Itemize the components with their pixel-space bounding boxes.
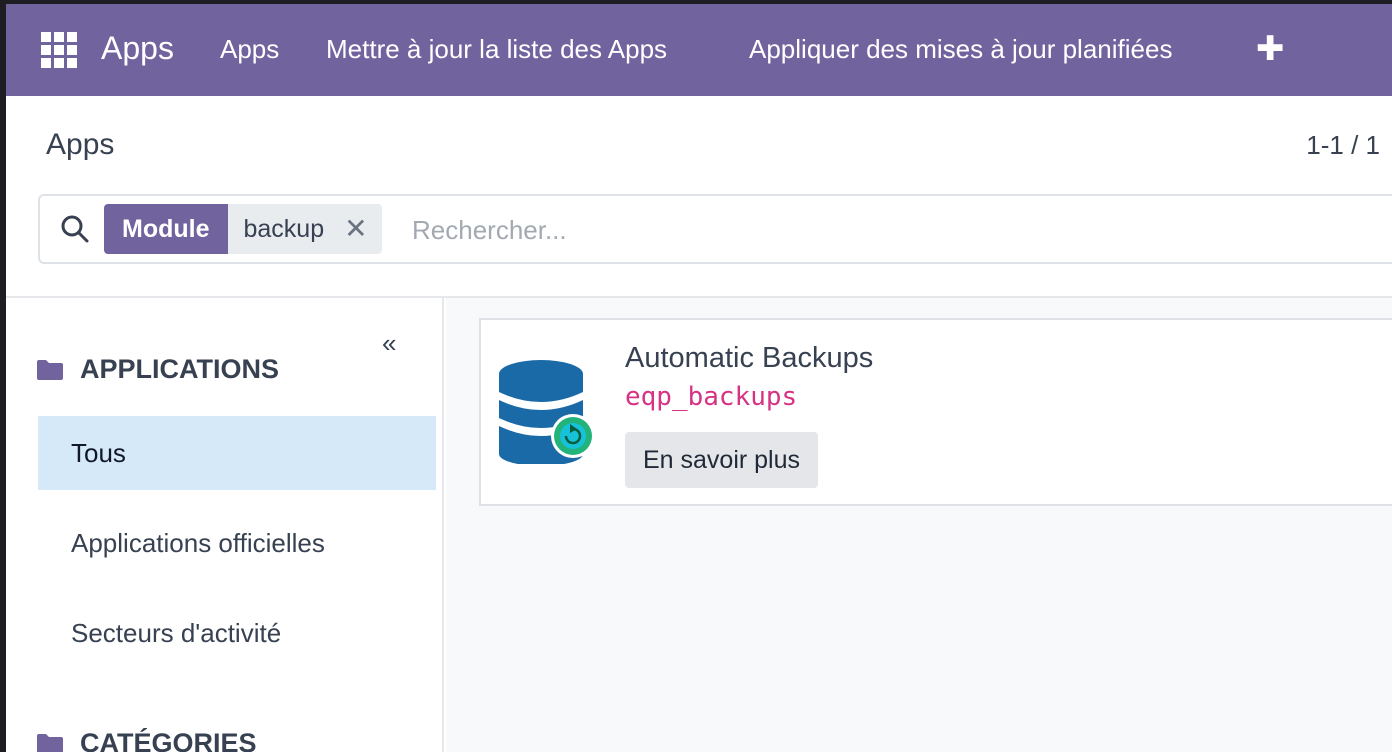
app-card[interactable]: Automatic Backups eqp_backups En savoir … — [479, 318, 1392, 506]
top-navbar: Apps Apps Mettre à jour la liste des App… — [6, 4, 1392, 96]
grid-icon[interactable] — [41, 32, 77, 68]
section-heading: APPLICATIONS — [80, 354, 280, 384]
menu-apply-scheduled-upgrades[interactable]: Appliquer des mises à jour planifiées — [749, 34, 1172, 65]
search-input[interactable] — [412, 208, 1312, 252]
folder-icon — [37, 359, 63, 380]
facet-value: backup — [243, 215, 325, 243]
sidebar-item-tous[interactable]: Tous — [38, 416, 436, 490]
kanban-view: Automatic Backups eqp_backups En savoir … — [446, 298, 1392, 752]
learn-more-button[interactable]: En savoir plus — [625, 432, 819, 488]
close-icon[interactable]: ✕ — [344, 204, 367, 254]
sidebar-item-secteurs-activite[interactable]: Secteurs d'activité — [38, 596, 436, 670]
database-backup-icon — [499, 360, 595, 464]
section-categories: CATÉGORIES — [36, 728, 257, 752]
section-applications: APPLICATIONS — [36, 354, 279, 385]
app-brand[interactable]: Apps — [101, 30, 174, 67]
filter-sidebar: APPLICATIONS « Tous Applications officie… — [6, 298, 444, 752]
sidebar-item-applications-officielles[interactable]: Applications officielles — [38, 506, 436, 580]
folder-icon — [37, 733, 63, 752]
facet-value-container: backup ✕ — [227, 204, 382, 254]
plus-icon[interactable]: ✚ — [1256, 30, 1285, 68]
app-technical-name: eqp_backups — [625, 382, 798, 412]
menu-update-apps-list[interactable]: Mettre à jour la liste des Apps — [326, 34, 667, 65]
menu-apps[interactable]: Apps — [220, 34, 279, 65]
search-facet: Module backup ✕ — [104, 204, 382, 254]
section-heading: CATÉGORIES — [80, 728, 257, 752]
facet-label: Module — [104, 204, 228, 254]
chevron-double-left-icon[interactable]: « — [382, 328, 396, 359]
search-icon[interactable] — [60, 214, 90, 244]
app-window: Apps Apps Mettre à jour la liste des App… — [6, 4, 1392, 752]
page-title: Apps — [46, 128, 115, 161]
pager-value[interactable]: 1-1 / 1 — [1306, 130, 1380, 161]
app-title: Automatic Backups — [625, 342, 874, 374]
search-bar: Module backup ✕ — [38, 194, 1392, 264]
